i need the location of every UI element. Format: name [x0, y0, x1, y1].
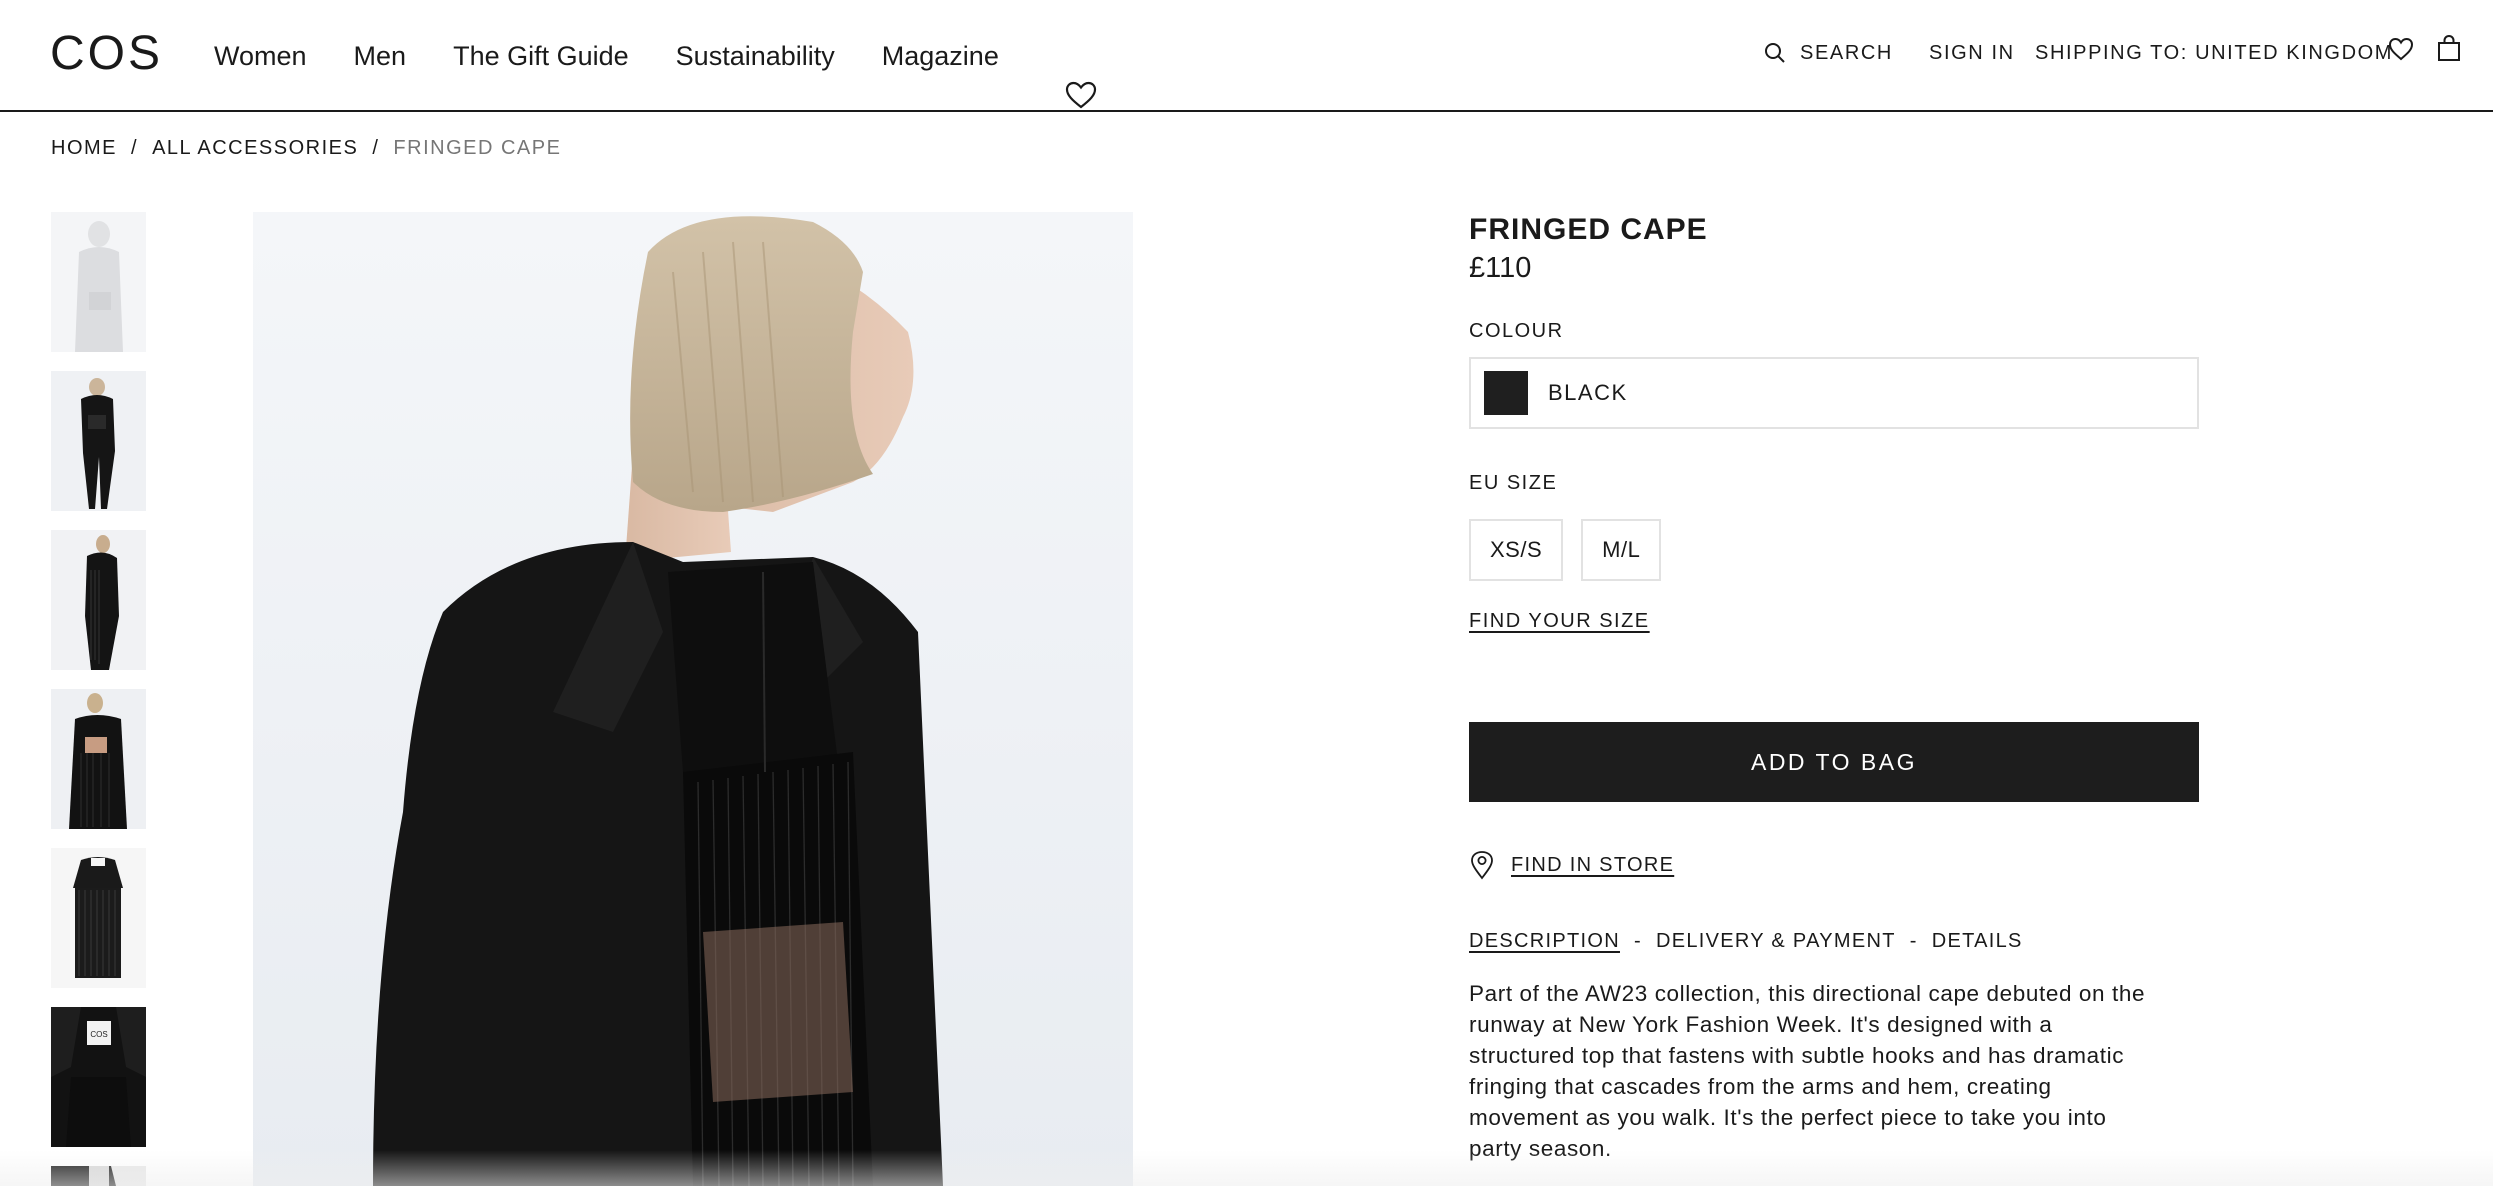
product-thumbnail[interactable]: COS: [51, 1007, 146, 1147]
add-to-bag-button[interactable]: ADD TO BAG: [1469, 722, 2199, 802]
cos-logo[interactable]: COS: [50, 28, 163, 80]
product-thumbnail[interactable]: [51, 530, 146, 670]
breadcrumb-home[interactable]: HOME: [51, 134, 117, 162]
search-icon: [1765, 43, 1785, 63]
search-label: SEARCH: [1800, 42, 1893, 64]
colour-swatch: [1484, 371, 1528, 415]
description-line: movement as you walk. It's the perfect p…: [1469, 1105, 2107, 1130]
nav-item-men[interactable]: Men: [354, 36, 407, 76]
product-title: FRINGED CAPE: [1469, 213, 1708, 246]
bag-icon[interactable]: [2436, 34, 2462, 62]
size-label: EU SIZE: [1469, 472, 1558, 494]
colour-selector[interactable]: BLACK: [1469, 357, 2199, 429]
product-price: £110: [1469, 252, 1532, 284]
nav-item-gift-guide[interactable]: The Gift Guide: [453, 36, 629, 76]
find-in-store-link[interactable]: FIND IN STORE: [1469, 850, 1674, 880]
size-options: XS/S M/L: [1469, 519, 1662, 581]
description-line: runway at New York Fashion Week. It's de…: [1469, 1012, 2053, 1037]
main-nav: Women Men The Gift Guide Sustainability …: [214, 36, 999, 76]
product-thumbnail[interactable]: [51, 212, 146, 352]
tab-separator: -: [1633, 930, 1642, 952]
tab-details[interactable]: DETAILS: [1932, 928, 2023, 954]
product-description: Part of the AW23 collection, this direct…: [1469, 978, 2189, 1164]
description-line: structured top that fastens with subtle …: [1469, 1043, 2125, 1068]
site-header: COS Women Men The Gift Guide Sustainabil…: [0, 0, 2493, 112]
size-option-xs-s[interactable]: XS/S: [1469, 519, 1564, 581]
product-thumbnail[interactable]: [51, 371, 146, 511]
product-thumbnail[interactable]: [51, 1166, 146, 1186]
thumbnail-logo-text: COS: [90, 1030, 107, 1039]
tab-separator: -: [1909, 930, 1918, 952]
description-line: Part of the AW23 collection, this direct…: [1469, 981, 2146, 1006]
product-tabs: DESCRIPTION - DELIVERY & PAYMENT - DETAI…: [1469, 928, 2023, 954]
nav-item-women[interactable]: Women: [214, 36, 307, 76]
colour-value: BLACK: [1548, 380, 1628, 405]
breadcrumb-current: FRINGED CAPE: [393, 137, 562, 159]
product-thumbnail[interactable]: [51, 689, 146, 829]
find-your-size-link[interactable]: FIND YOUR SIZE: [1469, 608, 1650, 634]
description-line: party season.: [1469, 1136, 1612, 1161]
colour-label: COLOUR: [1469, 320, 1564, 342]
description-line: fringing that cascades from the arms and…: [1469, 1074, 2052, 1099]
search-button[interactable]: SEARCH: [1764, 38, 1893, 68]
breadcrumb-separator: /: [131, 137, 139, 159]
product-thumbnail[interactable]: [51, 848, 146, 988]
breadcrumb-all-accessories[interactable]: ALL ACCESSORIES: [152, 134, 358, 162]
breadcrumb-separator: /: [372, 137, 380, 159]
breadcrumb: HOME / ALL ACCESSORIES / FRINGED CAPE: [51, 134, 561, 162]
shipping-selector[interactable]: SHIPPING TO: UNITED KINGDOM: [2035, 38, 2393, 68]
tab-description[interactable]: DESCRIPTION: [1469, 928, 1620, 954]
location-pin-icon: [1471, 851, 1493, 880]
nav-item-magazine[interactable]: Magazine: [882, 36, 999, 76]
size-option-m-l[interactable]: M/L: [1581, 519, 1662, 581]
sign-in-link[interactable]: SIGN IN: [1929, 38, 2015, 68]
nav-item-sustainability[interactable]: Sustainability: [676, 36, 835, 76]
wishlist-heart-icon[interactable]: [2388, 36, 2414, 62]
find-in-store-label: FIND IN STORE: [1511, 853, 1675, 876]
heart-icon[interactable]: [1064, 80, 1098, 110]
main-product-image[interactable]: [253, 212, 1133, 1186]
tab-delivery-payment[interactable]: DELIVERY & PAYMENT: [1656, 928, 1896, 954]
